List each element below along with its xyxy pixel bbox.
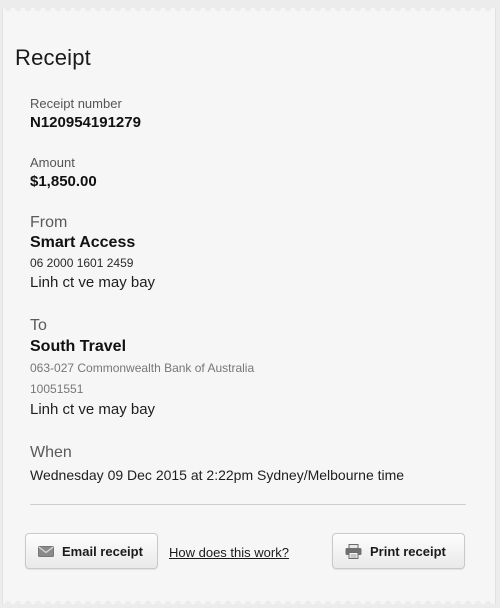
printer-icon — [345, 543, 362, 559]
print-receipt-label: Print receipt — [370, 543, 446, 559]
when-label: When — [30, 444, 72, 461]
to-name: South Travel — [30, 338, 127, 355]
to-label: To — [30, 317, 47, 334]
from-account: 06 2000 1601 2459 — [30, 256, 134, 270]
torn-edge-bottom — [3, 594, 495, 604]
from-description: Linh ct ve may bay — [30, 274, 156, 291]
from-name: Smart Access — [30, 234, 136, 251]
to-account: 10051551 — [30, 382, 84, 396]
amount-label: Amount — [30, 155, 75, 170]
to-description: Linh ct ve may bay — [30, 401, 156, 418]
from-label: From — [30, 214, 68, 231]
receipt-card: Receipt Receipt number N120954191279 Amo… — [2, 8, 496, 604]
email-receipt-button[interactable]: Email receipt — [25, 533, 158, 569]
receipt-number-value: N120954191279 — [30, 114, 141, 131]
email-receipt-label: Email receipt — [62, 543, 143, 559]
when-value: Wednesday 09 Dec 2015 at 2:22pm Sydney/M… — [30, 467, 405, 483]
receipt-number-label: Receipt number — [30, 96, 122, 111]
to-bank: 063-027 Commonwealth Bank of Australia — [30, 361, 255, 375]
amount-value: $1,850.00 — [30, 173, 97, 190]
page-title: Receipt — [15, 45, 91, 70]
divider — [30, 504, 466, 505]
torn-edge-top — [3, 8, 495, 18]
how-does-this-work-link[interactable]: How does this work? — [169, 545, 289, 560]
print-receipt-button[interactable]: Print receipt — [332, 533, 465, 569]
envelope-icon — [38, 545, 54, 557]
